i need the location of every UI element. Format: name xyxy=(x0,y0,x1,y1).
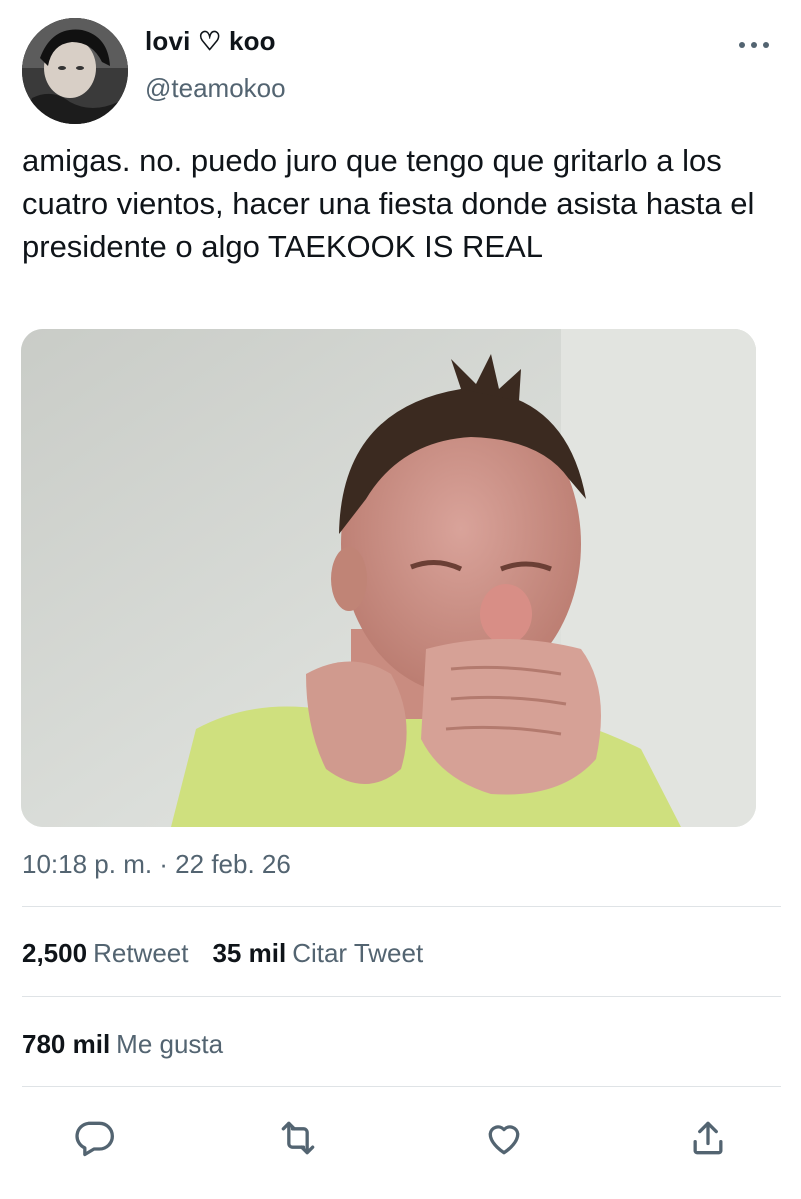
display-name[interactable]: lovi ♡ koo xyxy=(145,26,276,57)
tweet-actions-bar xyxy=(0,1110,801,1166)
quotes-label: Citar Tweet xyxy=(292,938,424,968)
more-dots-icon[interactable] xyxy=(737,38,771,52)
divider xyxy=(22,996,781,997)
likes-stat[interactable]: 780 mil Me gusta xyxy=(22,1029,223,1059)
share-upload-icon[interactable] xyxy=(686,1116,730,1160)
tweet-photo[interactable] xyxy=(21,329,756,827)
retweets-stat[interactable]: 2,500 Retweet xyxy=(22,938,188,968)
likes-count: 780 mil xyxy=(22,1029,111,1059)
divider xyxy=(22,906,781,907)
retweets-count: 2,500 xyxy=(22,938,88,968)
tweet-timestamp[interactable]: 10:18 p. m. · 22 feb. 26 xyxy=(22,849,291,880)
user-handle[interactable]: @teamokoo xyxy=(145,73,286,104)
likes-label: Me gusta xyxy=(116,1029,224,1059)
tweet-detail: lovi ♡ koo @teamokoo amigas. no. puedo j… xyxy=(0,0,801,1199)
retweets-label: Retweet xyxy=(93,938,189,968)
reply-bubble-icon[interactable] xyxy=(72,1116,116,1160)
avatar-image xyxy=(22,18,128,124)
likes-stats-row: 780 mil Me gusta xyxy=(22,1029,223,1060)
avatar[interactable] xyxy=(22,18,128,124)
retweet-stats-row: 2,500 Retweet 35 mil Citar Tweet xyxy=(22,938,423,969)
quotes-stat[interactable]: 35 mil Citar Tweet xyxy=(212,938,423,968)
heart-icon[interactable] xyxy=(482,1116,526,1160)
photo-crying-man xyxy=(21,329,756,827)
tweet-text: amigas. no. puedo juro que tengo que gri… xyxy=(22,143,755,264)
retweet-arrows-icon[interactable] xyxy=(276,1116,320,1160)
divider xyxy=(22,1086,781,1087)
quotes-count: 35 mil xyxy=(212,938,287,968)
